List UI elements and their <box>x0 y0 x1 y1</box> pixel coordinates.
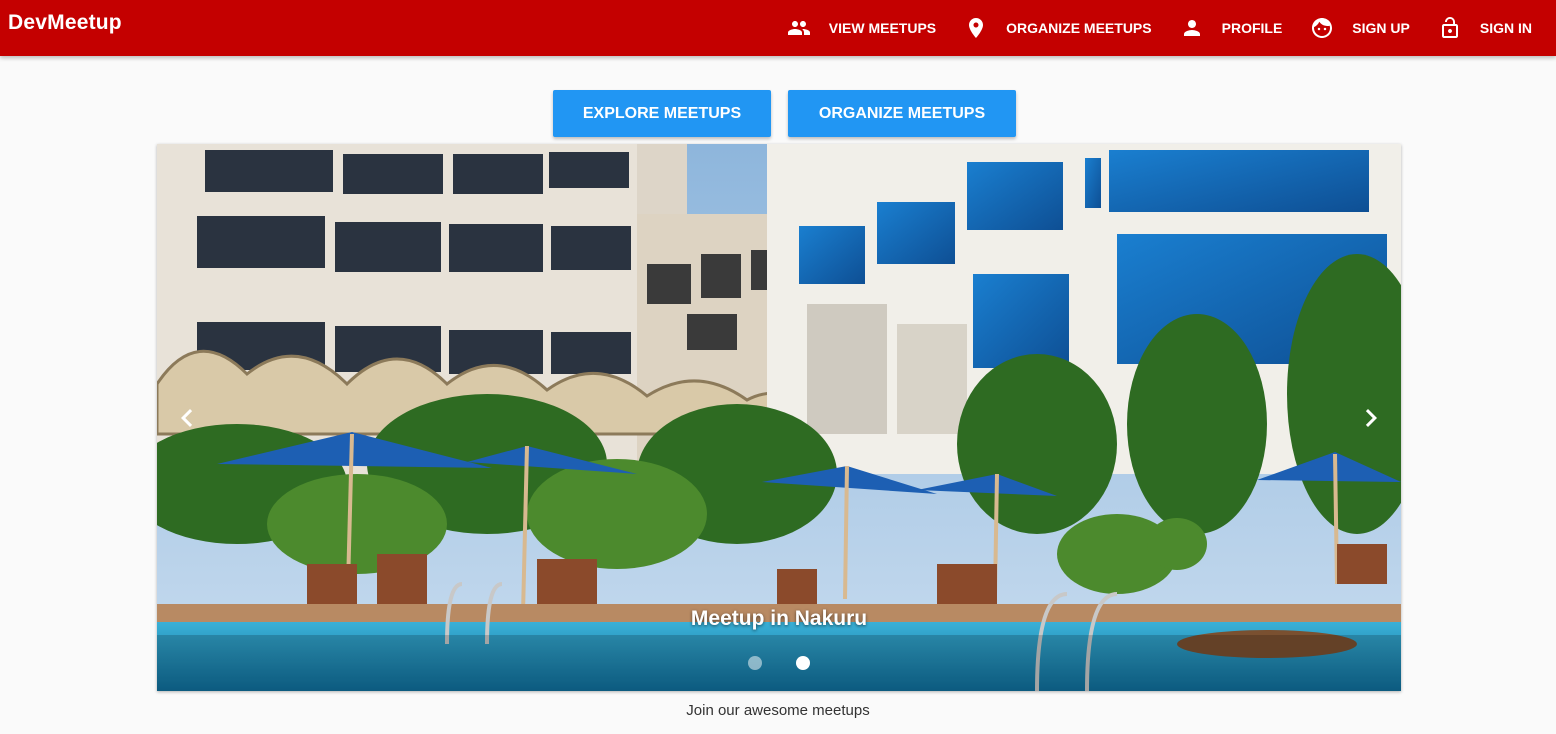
location-pin-icon <box>969 18 984 38</box>
chevron-left-icon <box>181 409 193 427</box>
tagline: Join our awesome meetups <box>686 702 870 719</box>
organize-meetups-button[interactable]: Organize Meetups <box>788 90 1016 137</box>
nav-item-profile[interactable]: Profile <box>1166 0 1297 56</box>
nav-label-profile: Profile <box>1221 20 1283 36</box>
nav-item-organize-meetups[interactable]: Organize Meetups <box>950 0 1165 56</box>
meetup-carousel[interactable]: Meetup in Nakuru <box>157 144 1401 691</box>
nav-item-view-meetups[interactable]: View Meetups <box>773 0 950 56</box>
face-icon <box>1312 18 1333 38</box>
slide-caption[interactable]: Meetup in Nakuru <box>157 607 1401 631</box>
nav-label-organize-meetups: Organize Meetups <box>1006 20 1152 36</box>
carousel-prev-button[interactable] <box>169 400 205 436</box>
nav-menu: View Meetups Organize Meetups Profile Si… <box>773 0 1546 56</box>
lock-open-icon <box>1441 17 1458 38</box>
nav-item-sign-in[interactable]: Sign In <box>1424 0 1546 56</box>
people-icon <box>787 21 810 35</box>
chevron-right-icon <box>1365 409 1377 427</box>
app-toolbar: DevMeetup View Meetups Organize Meetups … <box>0 0 1556 56</box>
carousel-indicator-1[interactable] <box>748 656 762 670</box>
carousel-indicators <box>748 656 844 670</box>
person-icon <box>1183 20 1200 36</box>
explore-meetups-button[interactable]: Explore Meetups <box>553 90 771 137</box>
nav-label-view-meetups: View Meetups <box>828 20 937 36</box>
app-title[interactable]: DevMeetup <box>8 11 122 35</box>
nav-label-sign-up: Sign Up <box>1352 20 1410 36</box>
carousel-next-button[interactable] <box>1353 400 1389 436</box>
nav-label-sign-in: Sign In <box>1479 20 1532 36</box>
carousel-indicator-2[interactable] <box>796 656 810 670</box>
nav-item-sign-up[interactable]: Sign Up <box>1296 0 1424 56</box>
